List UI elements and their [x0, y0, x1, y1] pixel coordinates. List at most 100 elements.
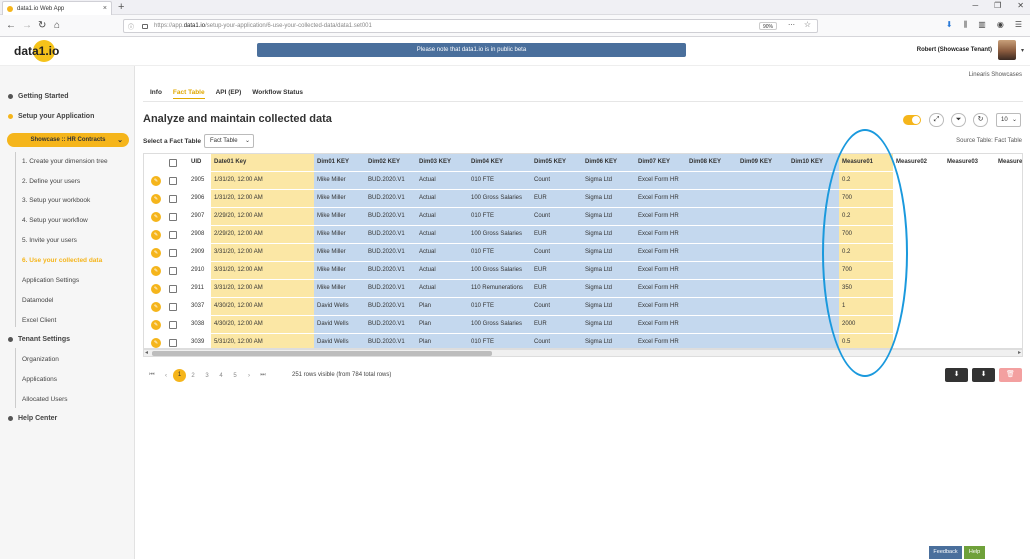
tab-info[interactable]: Info: [150, 89, 162, 99]
prev-page-icon[interactable]: ‹: [159, 373, 173, 379]
sidebar-item-allocated-users[interactable]: Allocated Users: [22, 396, 68, 403]
table-row[interactable]: ✎ 3039 5/31/20, 12:00 AM David Wells BUD.202…: [144, 334, 1022, 348]
horizontal-scrollbar[interactable]: ◂ ▸: [143, 349, 1023, 357]
reload-icon[interactable]: ↻: [38, 19, 46, 33]
forward-icon[interactable]: →: [22, 19, 32, 33]
table-row[interactable]: ✎ 3038 4/30/20, 12:00 AM David Wells BUD.202…: [144, 316, 1022, 334]
sidebar-item-step1[interactable]: 1. Create your dimension tree: [22, 158, 108, 165]
edit-row-icon[interactable]: ✎: [151, 320, 161, 330]
column-header[interactable]: Dim09 KEY: [737, 154, 788, 171]
page-button-2[interactable]: 2: [186, 373, 200, 379]
sidebar-item-step5[interactable]: 5. Invite your users: [22, 237, 77, 244]
close-tab-icon[interactable]: ×: [103, 5, 107, 12]
sidebar-tenant-settings[interactable]: Tenant Settings: [8, 336, 70, 343]
edit-row-icon[interactable]: ✎: [151, 176, 161, 186]
application-selector[interactable]: Showcase :: HR Contracts ⌄: [7, 133, 129, 147]
edit-row-icon[interactable]: ✎: [151, 284, 161, 294]
filter-icon[interactable]: ⏷: [951, 113, 966, 127]
column-header[interactable]: Dim02 KEY: [365, 154, 416, 171]
column-header[interactable]: Date01 Key: [211, 154, 314, 171]
edit-row-icon[interactable]: ✎: [151, 194, 161, 204]
tab-api[interactable]: API (EP): [216, 89, 242, 99]
row-checkbox[interactable]: [169, 213, 177, 221]
help-button[interactable]: Help: [964, 546, 985, 559]
sidebar-getting-started[interactable]: Getting Started: [8, 93, 69, 100]
row-checkbox[interactable]: [169, 339, 177, 347]
column-header[interactable]: Dim04 KEY: [468, 154, 531, 171]
edit-row-icon[interactable]: ✎: [151, 338, 161, 348]
scroll-left-icon[interactable]: ◂: [145, 349, 148, 356]
refresh-icon[interactable]: ↻: [973, 113, 988, 127]
select-all-checkbox[interactable]: [169, 159, 177, 167]
column-header[interactable]: Measure02: [893, 154, 944, 171]
sidebar-item-excel-client[interactable]: Excel Client: [22, 317, 56, 324]
row-checkbox[interactable]: [169, 195, 177, 203]
sidebar-item-step4[interactable]: 4. Setup your workflow: [22, 217, 88, 224]
row-checkbox[interactable]: [169, 231, 177, 239]
minimize-icon[interactable]: ─: [972, 1, 978, 10]
sidebar-toggle-icon[interactable]: ▥: [978, 20, 986, 30]
scrollbar-thumb[interactable]: [152, 351, 492, 356]
table-row[interactable]: ✎ 2906 1/31/20, 12:00 AM Mike Miller BUD.202…: [144, 190, 1022, 208]
url-bar[interactable]: ⓘ https://app. data1.io /setup-your-appl…: [123, 19, 818, 33]
page-button-3[interactable]: 3: [200, 373, 214, 379]
fact-table-select[interactable]: Fact Table ⌄: [204, 134, 254, 148]
column-header[interactable]: Measure: [995, 154, 1022, 171]
app-logo[interactable]: data1.io: [14, 44, 59, 58]
delete-button[interactable]: 🗑: [999, 368, 1022, 382]
user-name[interactable]: Robert (Showcase Tenant): [917, 47, 992, 53]
row-checkbox[interactable]: [169, 285, 177, 293]
avatar[interactable]: [998, 40, 1016, 60]
column-header[interactable]: Dim01 KEY: [314, 154, 365, 171]
column-header[interactable]: Dim10 KEY: [788, 154, 839, 171]
column-header[interactable]: Dim06 KEY: [582, 154, 635, 171]
next-page-icon[interactable]: ›: [242, 373, 256, 379]
column-header[interactable]: Dim08 KEY: [686, 154, 737, 171]
sidebar-item-step3[interactable]: 3. Setup your workbook: [22, 197, 90, 204]
sidebar-item-applications[interactable]: Applications: [22, 376, 57, 383]
column-header[interactable]: Dim05 KEY: [531, 154, 582, 171]
maximize-icon[interactable]: ❐: [994, 1, 1001, 10]
page-actions-icon[interactable]: ⋯: [788, 21, 795, 29]
sidebar-help-center[interactable]: Help Center: [8, 415, 57, 422]
library-icon[interactable]: ⫼: [964, 20, 968, 30]
bookmark-star-icon[interactable]: ☆: [804, 20, 811, 29]
account-icon[interactable]: ◉: [997, 20, 1004, 30]
home-icon[interactable]: ⌂: [54, 19, 60, 33]
table-row[interactable]: ✎ 2911 3/31/20, 12:00 AM Mike Miller BUD.202…: [144, 280, 1022, 298]
column-header[interactable]: Dim07 KEY: [635, 154, 686, 171]
tab-workflow-status[interactable]: Workflow Status: [252, 89, 303, 99]
table-row[interactable]: ✎ 2905 1/31/20, 12:00 AM Mike Miller BUD.202…: [144, 172, 1022, 190]
row-checkbox[interactable]: [169, 177, 177, 185]
last-page-icon[interactable]: ⏭: [256, 372, 270, 379]
column-header[interactable]: Measure03: [944, 154, 995, 171]
row-checkbox[interactable]: [169, 321, 177, 329]
user-menu-caret-icon[interactable]: ▾: [1021, 47, 1024, 54]
zoom-indicator[interactable]: 90%: [758, 22, 777, 30]
edit-row-icon[interactable]: ✎: [151, 230, 161, 240]
page-button-1[interactable]: 1: [173, 369, 186, 382]
feedback-button[interactable]: Feedback: [929, 546, 962, 559]
first-page-icon[interactable]: ⏮: [145, 372, 159, 379]
sidebar-item-step6[interactable]: 6. Use your collected data: [22, 257, 102, 264]
expand-icon[interactable]: ⤢: [929, 113, 944, 127]
row-checkbox[interactable]: [169, 303, 177, 311]
download-all-button[interactable]: ⬇: [972, 368, 995, 382]
edit-row-icon[interactable]: ✎: [151, 212, 161, 222]
tab-fact-table[interactable]: Fact Table: [172, 89, 205, 99]
table-row[interactable]: ✎ 2909 3/31/20, 12:00 AM Mike Miller BUD.202…: [144, 244, 1022, 262]
table-row[interactable]: ✎ 2908 2/29/20, 12:00 AM Mike Miller BUD.202…: [144, 226, 1022, 244]
browser-tab[interactable]: data1.io Web App ×: [2, 1, 112, 15]
info-icon[interactable]: ⓘ: [128, 22, 134, 31]
sidebar-setup-application[interactable]: Setup your Application: [8, 113, 94, 120]
scroll-right-icon[interactable]: ▸: [1018, 349, 1021, 356]
menu-icon[interactable]: ☰: [1015, 20, 1022, 30]
row-checkbox[interactable]: [169, 249, 177, 257]
new-tab-button[interactable]: +: [118, 1, 124, 13]
row-checkbox[interactable]: [169, 267, 177, 275]
edit-row-icon[interactable]: ✎: [151, 266, 161, 276]
column-header[interactable]: Measure01: [839, 154, 893, 171]
sidebar-item-application-settings[interactable]: Application Settings: [22, 277, 79, 284]
column-header[interactable]: UID: [188, 154, 211, 171]
page-button-4[interactable]: 4: [214, 373, 228, 379]
